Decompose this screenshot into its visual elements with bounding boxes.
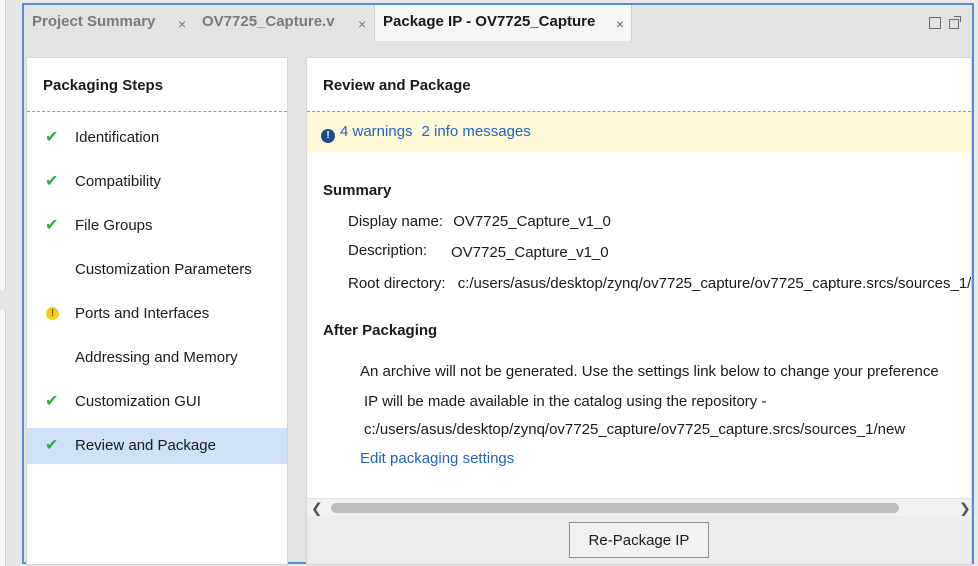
step-label: Identification [75, 129, 160, 146]
check-icon: ✔ [45, 173, 59, 190]
warnings-link[interactable]: 4 warnings [340, 123, 413, 140]
horizontal-scrollbar[interactable]: ❮ ❯ [307, 498, 971, 516]
review-and-package-panel: Review and Package ! 4 warnings 2 info mes… [306, 57, 972, 565]
step-compatibility[interactable]: ✔ Compatibility [27, 164, 287, 200]
left-panel-lower [0, 310, 6, 566]
display-name-label: Display name: [348, 213, 444, 230]
step-customization-parameters[interactable]: Customization Parameters [27, 252, 287, 288]
step-review-and-package[interactable]: ✔ Review and Package [27, 428, 287, 464]
edit-packaging-settings-link[interactable]: Edit packaging settings [360, 450, 514, 467]
warning-icon [45, 296, 61, 332]
root-directory-label: Root directory: [348, 275, 446, 292]
step-label: File Groups [75, 217, 153, 234]
editor-tab-bar: Project Summary × OV7725_Capture.v × Pac… [24, 5, 972, 41]
tab-label: OV7725_Capture.v [202, 13, 335, 30]
check-icon: ✔ [45, 393, 59, 410]
repository-path: c:/users/asus/desktop/zynq/ov7725_captur… [364, 421, 906, 438]
page-title: Review and Package [307, 58, 971, 112]
step-addressing-and-memory[interactable]: Addressing and Memory [27, 340, 287, 376]
close-icon[interactable]: × [616, 5, 624, 43]
step-customization-gui[interactable]: ✔ Customization GUI [27, 384, 287, 420]
step-label: Addressing and Memory [75, 349, 238, 366]
scroll-right-icon[interactable]: ❯ [959, 500, 971, 516]
panel-footer: Re-Package IP [307, 516, 971, 564]
catalog-note: IP will be made available in the catalog… [364, 393, 767, 410]
step-label: Review and Package [75, 437, 216, 454]
description-row: Description: [348, 242, 427, 259]
display-name-row: Display name: OV7725_Capture_v1_0 [348, 213, 611, 230]
tab-package-ip[interactable]: Package IP - OV7725_Capture × [374, 5, 632, 41]
step-ports-and-interfaces[interactable]: Ports and Interfaces [27, 296, 287, 332]
tab-label: Package IP - OV7725_Capture [383, 13, 596, 30]
step-label: Customization GUI [75, 393, 201, 410]
package-ip-window: Project Summary × OV7725_Capture.v × Pac… [22, 3, 974, 565]
check-icon: ✔ [45, 437, 59, 454]
packaging-steps-panel: Packaging Steps ✔ Identification ✔ Compa… [26, 57, 288, 565]
messages-bar: ! 4 warnings 2 info messages [307, 112, 971, 152]
step-identification[interactable]: ✔ Identification [27, 120, 287, 156]
archive-note: An archive will not be generated. Use th… [360, 363, 939, 380]
scroll-left-icon[interactable]: ❮ [311, 500, 323, 516]
close-icon[interactable]: × [178, 5, 186, 43]
root-directory-row: Root directory: c:/users/asus/desktop/zy… [348, 275, 972, 292]
tab-label: Project Summary [32, 13, 156, 30]
step-label: Compatibility [75, 173, 161, 190]
root-directory-value: c:/users/asus/desktop/zynq/ov7725_captur… [457, 275, 972, 292]
after-packaging-title: After Packaging [323, 322, 438, 339]
step-file-groups[interactable]: ✔ File Groups [27, 208, 287, 244]
description-value: OV7725_Capture_v1_0 [451, 244, 609, 261]
info-messages-link[interactable]: 2 info messages [422, 123, 531, 140]
scrollbar-thumb[interactable] [331, 503, 899, 513]
info-icon: ! [321, 129, 335, 143]
step-label: Customization Parameters [75, 261, 252, 278]
re-package-ip-button[interactable]: Re-Package IP [569, 522, 709, 558]
left-side-panel-edge [0, 0, 22, 566]
tab-ov7725-capture-v[interactable]: OV7725_Capture.v × [194, 5, 374, 41]
description-label: Description: [348, 242, 428, 259]
tab-project-summary[interactable]: Project Summary × [24, 5, 194, 41]
float-window-icon[interactable] [949, 16, 961, 29]
left-panel-upper [0, 0, 6, 290]
step-label: Ports and Interfaces [75, 305, 210, 322]
display-name-value: OV7725_Capture_v1_0 [453, 213, 611, 230]
check-icon: ✔ [45, 129, 59, 146]
restore-window-icon[interactable] [929, 17, 941, 29]
packaging-steps-title: Packaging Steps [27, 58, 287, 112]
close-icon[interactable]: × [358, 5, 366, 43]
summary-title: Summary [323, 182, 392, 199]
check-icon: ✔ [45, 217, 59, 234]
